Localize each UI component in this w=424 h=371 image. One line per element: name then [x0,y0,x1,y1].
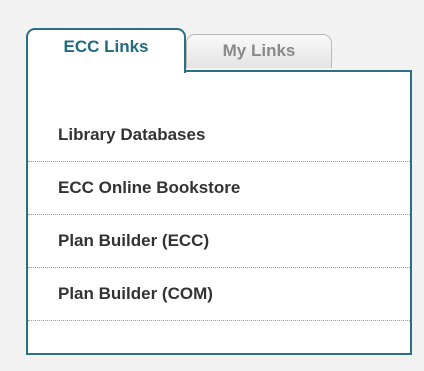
link-plan-builder-ecc[interactable]: Plan Builder (ECC) [28,215,410,268]
tab-my-links[interactable]: My Links [186,34,332,68]
tab-ecc-links[interactable]: ECC Links [26,28,186,73]
links-panel: Library Databases ECC Online Bookstore P… [26,70,412,355]
link-ecc-online-bookstore[interactable]: ECC Online Bookstore [28,162,410,215]
link-plan-builder-com[interactable]: Plan Builder (COM) [28,268,410,321]
links-widget: ECC Links My Links Library Databases ECC… [26,28,412,355]
link-library-databases[interactable]: Library Databases [28,109,410,162]
link-list: Library Databases ECC Online Bookstore P… [28,109,410,321]
